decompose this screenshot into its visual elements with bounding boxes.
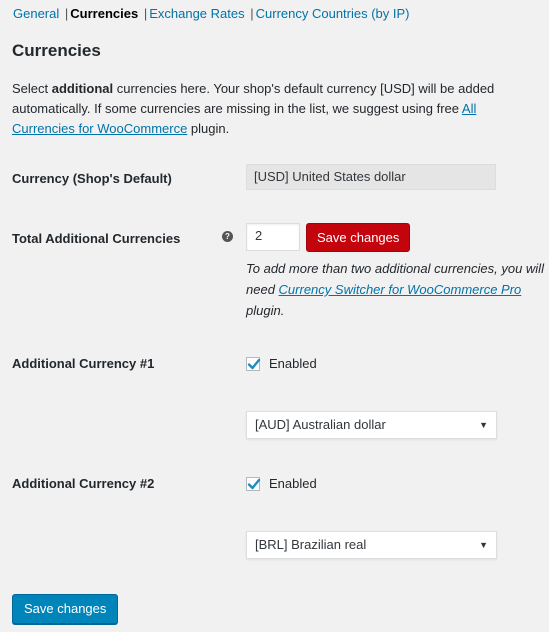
nav-separator: | bbox=[143, 6, 148, 21]
currency-1-enabled-checkbox[interactable] bbox=[246, 356, 261, 371]
currency-2-selected-value: [BRL] Brazilian real bbox=[255, 537, 367, 552]
default-currency-label: Currency (Shop's Default) bbox=[12, 171, 172, 186]
tab-general[interactable]: General bbox=[13, 6, 59, 21]
currency-2-enabled-label: Enabled bbox=[269, 476, 317, 491]
tab-exchange-rates[interactable]: Exchange Rates bbox=[149, 6, 244, 21]
total-additional-input[interactable]: 2 bbox=[246, 223, 300, 251]
chevron-down-icon: ▼ bbox=[479, 420, 488, 430]
section-description: Select additional currencies here. Your … bbox=[12, 79, 537, 139]
desc-bold: additional bbox=[51, 81, 114, 96]
tab-currency-countries[interactable]: Currency Countries (by IP) bbox=[256, 6, 410, 21]
currency-1-enabled-label: Enabled bbox=[269, 356, 317, 371]
tab-currencies[interactable]: Currencies bbox=[70, 6, 138, 21]
help-icon[interactable]: ? bbox=[222, 231, 233, 242]
currency-1-select[interactable]: [AUD] Australian dollar ▼ bbox=[246, 411, 497, 439]
currency-2-select[interactable]: [BRL] Brazilian real ▼ bbox=[246, 531, 497, 559]
nav-separator: | bbox=[64, 6, 69, 21]
note-text: plugin. bbox=[246, 303, 285, 318]
save-changes-button[interactable]: Save changes bbox=[12, 594, 119, 624]
pro-plugin-link[interactable]: Currency Switcher for WooCommerce Pro bbox=[279, 282, 522, 297]
total-additional-label: Total Additional Currencies bbox=[12, 231, 181, 246]
page-title: Currencies bbox=[12, 41, 101, 60]
save-changes-inline-button[interactable]: Save changes bbox=[306, 223, 411, 252]
pro-upgrade-note: To add more than two additional currenci… bbox=[246, 258, 546, 321]
default-currency-field: [USD] United States dollar bbox=[246, 164, 496, 190]
checkmark-icon bbox=[247, 358, 261, 369]
currency-2-enabled-checkbox[interactable] bbox=[246, 476, 261, 491]
additional-currency-1-label: Additional Currency #1 bbox=[12, 356, 155, 371]
additional-currency-2-label: Additional Currency #2 bbox=[12, 476, 155, 491]
desc-text: plugin. bbox=[187, 121, 230, 136]
currency-1-enabled-row[interactable]: Enabled bbox=[246, 356, 317, 371]
currency-1-selected-value: [AUD] Australian dollar bbox=[255, 417, 386, 432]
subsubsub-nav: General | Currencies | Exchange Rates | Cur… bbox=[13, 6, 410, 21]
chevron-down-icon: ▼ bbox=[479, 540, 488, 550]
desc-text: Select bbox=[12, 81, 52, 96]
currency-2-enabled-row[interactable]: Enabled bbox=[246, 476, 317, 491]
nav-separator: | bbox=[250, 6, 254, 21]
checkmark-icon bbox=[247, 478, 261, 489]
